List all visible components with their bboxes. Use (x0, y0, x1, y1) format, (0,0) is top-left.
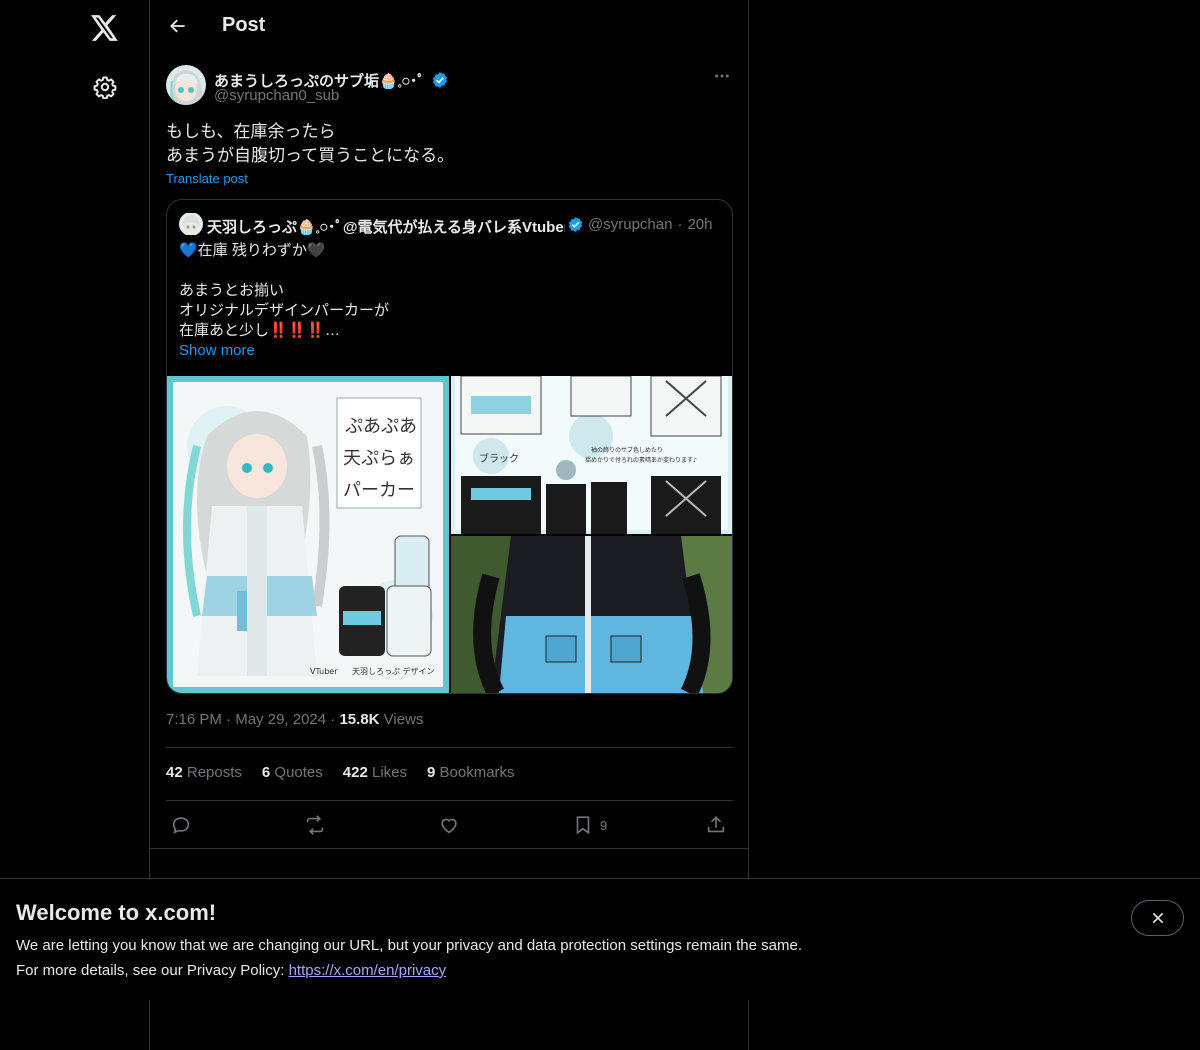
bookmark-icon (576, 816, 590, 835)
stat-label: Reposts (186, 764, 242, 781)
quoted-post-text: 💙在庫 残りわずか🖤 あまうとお揃い オリジナルデザインパーカーが 在庫あと少し… (179, 241, 724, 361)
top-bar: Post (150, 0, 749, 53)
banner-title: Welcome to x.com! (16, 900, 217, 925)
design-sheet-label: ブラック (479, 452, 519, 465)
post-text: もしも、在庫余ったら あまうが自腹切って買うことになる。 (166, 120, 734, 168)
avatar[interactable] (166, 65, 206, 105)
quoted-text-line: 💙在庫 残りわずか🖤 (179, 242, 326, 259)
post-text-line: もしも、在庫余ったら (166, 122, 336, 141)
media-image-photo[interactable] (451, 536, 732, 693)
illustration-credit: 天羽しろっぷ デザイン (352, 666, 435, 676)
post-author: あまうしろっぷのサブ垢🧁𓈒𓏸･ﾟ @syrupchan0_sub (166, 64, 734, 108)
stat-count: 422 (342, 764, 368, 781)
stat-bookmarks[interactable]: 9 Bookmarks (427, 764, 515, 781)
illustration-title-line: ぷあぷあ (345, 416, 417, 437)
media-image-design-sheet[interactable]: ブラック 袖の飾りのサブ色しめたり 揺めかりで付ろれの素晴あか変わります♪ (451, 376, 732, 534)
quoted-text-line: 在庫あと少し‼️‼️‼️… (179, 322, 341, 339)
action-bar: 9 (166, 812, 733, 838)
reply-button[interactable] (170, 812, 192, 838)
author-handle[interactable]: @syrupchan0_sub (214, 87, 339, 104)
separator-dot: · (677, 215, 683, 233)
quoted-post-header: 天羽しろっぷ🧁𓈒𓏸･ﾟ@電気代が払える身バレ系Vtuber @syrupchan… (179, 213, 724, 235)
quoted-media-grid: ぷあぷあ 天ぷらぁ パーカー VTuber 天羽しろっぷ デザイン ブラック 袖… (167, 376, 732, 693)
stat-label: Quotes (274, 764, 323, 781)
quoted-time: 20h (687, 215, 713, 233)
heart-icon (441, 818, 457, 834)
media-image-illustration[interactable]: ぷあぷあ 天ぷらぁ パーカー VTuber 天羽しろっぷ デザイン (167, 376, 449, 693)
stat-label: Likes (371, 764, 408, 781)
more-options-button[interactable] (710, 64, 734, 88)
verified-badge-icon (432, 72, 448, 88)
banner-text: We are letting you know that we are chan… (16, 937, 802, 954)
repost-icon (306, 815, 324, 835)
banner-close-button[interactable] (1131, 900, 1184, 936)
share-button[interactable] (705, 812, 727, 838)
stat-quotes[interactable]: 6 Quotes (262, 764, 323, 781)
illustration-credit: VTuber (310, 667, 338, 676)
stat-reposts[interactable]: 42 Reposts (166, 764, 242, 781)
banner-text-privacy: For more details, see our Privacy Policy… (16, 962, 446, 979)
design-sheet-note: 袖の飾りのサブ色しめたり (591, 446, 663, 454)
arrow-left-icon (170, 19, 185, 33)
stat-count: 9 (427, 764, 436, 781)
quoted-text-line: あまうとお揃い (179, 282, 285, 299)
stat-count: 42 (166, 764, 183, 781)
quoted-text-line (179, 261, 724, 281)
illustration-title-line: パーカー (343, 480, 415, 501)
separator-dot: · (226, 711, 236, 728)
back-button[interactable] (162, 10, 194, 42)
divider (166, 747, 733, 748)
divider (166, 800, 733, 801)
quoted-author-handle: @syrupchan (588, 215, 673, 233)
design-sheet-note: 揺めかりで付ろれの素晴あか変わります♪ (585, 456, 697, 464)
stat-label: Bookmarks (439, 764, 515, 781)
gear-icon[interactable] (89, 71, 121, 103)
reply-icon (172, 817, 190, 834)
bookmark-button[interactable]: 9 (572, 812, 607, 838)
page: Post あまうしろっぷのサブ垢🧁𓈒𓏸･ﾟ @syrupchan0_sub もし… (0, 0, 1200, 1050)
share-icon (707, 816, 725, 833)
divider (150, 848, 749, 849)
x-logo-icon[interactable] (89, 12, 121, 44)
post-meta: 7:16 PM · May 29, 2024 · 15.8K Views (166, 711, 423, 728)
welcome-banner: Welcome to x.com! We are letting you kno… (0, 878, 1200, 1000)
translate-post-link[interactable]: Translate post (166, 171, 248, 186)
views-label: Views (383, 711, 424, 728)
banner-privacy-prefix: For more details, see our Privacy Policy… (16, 962, 289, 979)
engagement-stats: 42 Reposts 6 Quotes 422 Likes 9 Bookmark… (166, 764, 515, 781)
show-more-link[interactable]: Show more (179, 341, 724, 361)
stat-likes[interactable]: 422 Likes (343, 764, 407, 781)
post-text-line: あまうが自腹切って買うことになる。 (166, 146, 455, 165)
repost-button[interactable] (303, 812, 327, 838)
post-date[interactable]: May 29, 2024 (235, 711, 326, 728)
page-title: Post (222, 14, 266, 36)
quoted-text-line: オリジナルデザインパーカーが (179, 302, 390, 319)
stat-count: 6 (261, 764, 271, 781)
views-count: 15.8K (339, 711, 380, 728)
privacy-policy-link[interactable]: https://x.com/en/privacy (289, 962, 447, 979)
quoted-avatar (179, 213, 203, 235)
illustration-title-line: 天ぷらぁ (343, 448, 415, 469)
verified-badge-icon (568, 216, 583, 232)
like-button[interactable] (438, 812, 460, 838)
bookmark-count: 9 (600, 817, 608, 833)
quoted-post[interactable]: 天羽しろっぷ🧁𓈒𓏸･ﾟ@電気代が払える身バレ系Vtuber @syrupchan… (166, 199, 733, 694)
close-icon (1152, 912, 1163, 924)
more-dots-icon (715, 74, 729, 78)
quoted-author-name: 天羽しろっぷ🧁𓈒𓏸･ﾟ@電気代が払える身バレ系Vtuber (207, 218, 565, 236)
post-time[interactable]: 7:16 PM (166, 711, 222, 728)
